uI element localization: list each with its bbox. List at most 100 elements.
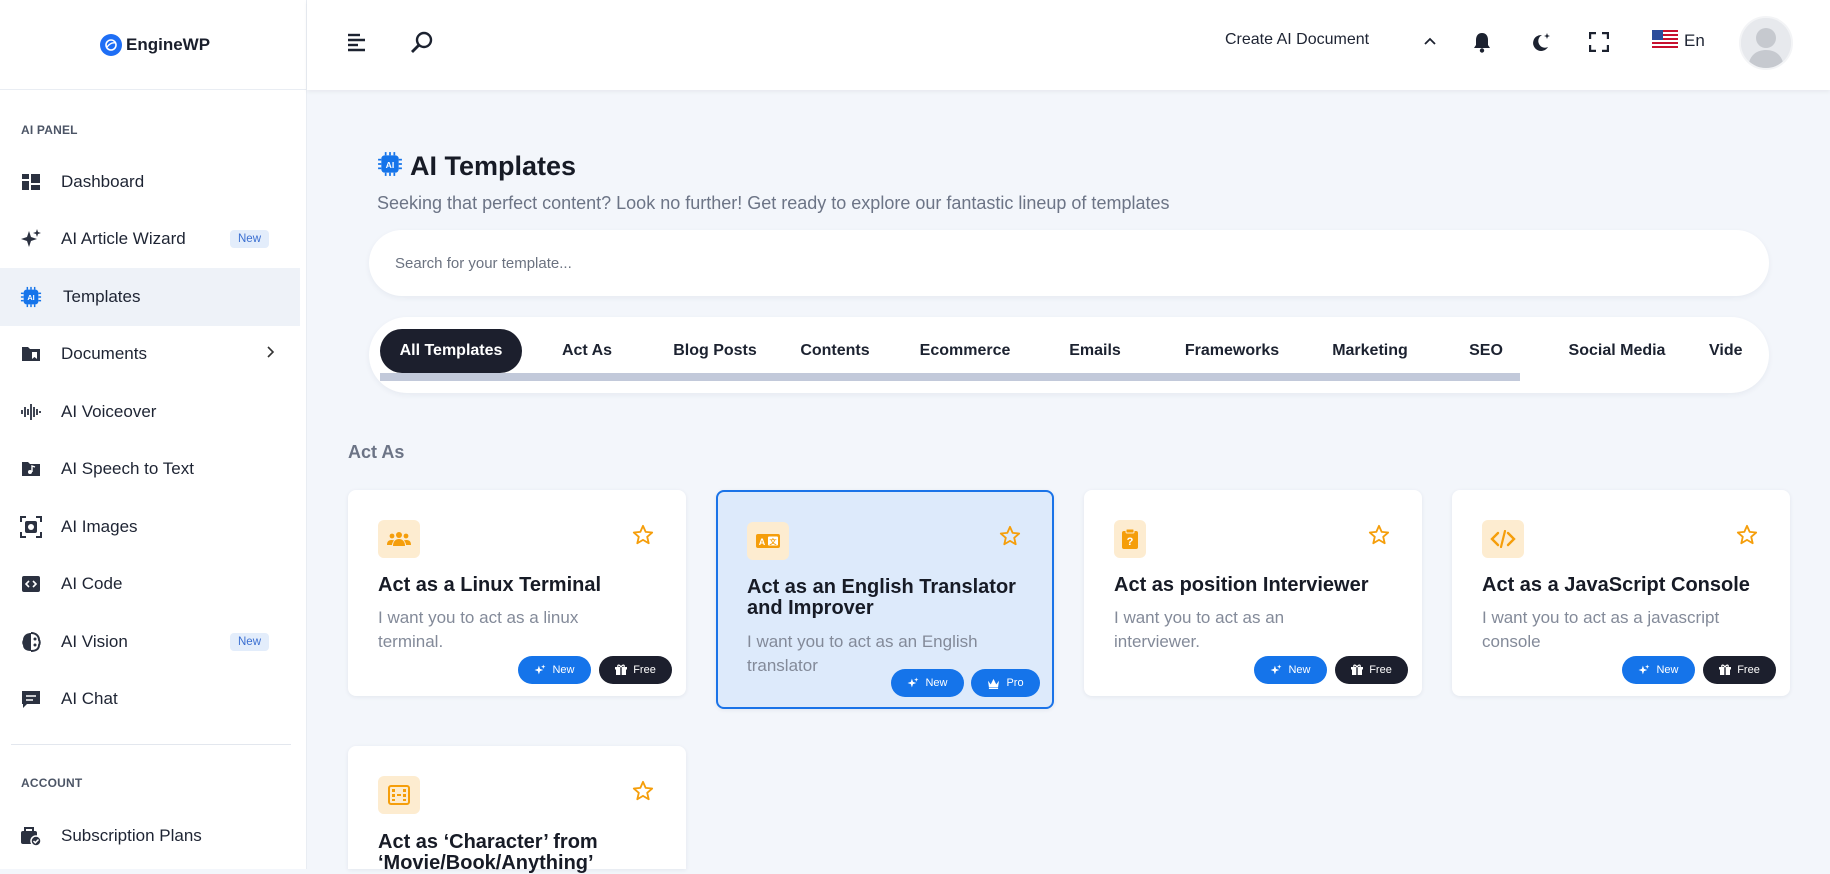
sidebar-item-label: Subscription Plans — [61, 826, 202, 845]
music-file-icon — [20, 458, 42, 480]
svg-text:AI: AI — [27, 293, 34, 302]
free-badge: Free — [599, 656, 672, 684]
svg-text:文: 文 — [770, 537, 778, 546]
tab-seo[interactable]: SEO — [1451, 329, 1521, 373]
us-flag-icon — [1652, 29, 1678, 53]
new-badge: New — [230, 230, 270, 248]
sidebar-item-label: AI Images — [61, 517, 138, 536]
chevron-up-icon[interactable] — [1422, 33, 1438, 49]
sidebar-item-documents[interactable]: Documents — [0, 325, 300, 383]
sidebar-item-label: AI Voiceover — [61, 402, 157, 421]
clipboard-icon: ? — [1114, 520, 1146, 558]
menu-toggle-icon[interactable] — [345, 30, 369, 54]
fullscreen-icon[interactable] — [1587, 30, 1611, 54]
category-tabs: All Templates Act As Blog Posts Contents… — [369, 317, 1769, 393]
badge-label: New — [925, 677, 948, 689]
tab-all-templates[interactable]: All Templates — [380, 329, 522, 373]
favorite-star-icon[interactable] — [999, 525, 1021, 552]
template-card-english-translator[interactable]: A文 Act as an English Translator and Impr… — [716, 490, 1054, 709]
badge-label: Free — [1369, 664, 1392, 676]
tab-emails[interactable]: Emails — [1055, 329, 1135, 373]
sidebar-item-ai-article-wizard[interactable]: AI Article Wizard New — [0, 210, 300, 268]
sidebar-item-label: AI Chat — [61, 689, 118, 708]
badge-label: New — [552, 664, 575, 676]
tab-act-as[interactable]: Act As — [539, 329, 635, 373]
tab-marketing[interactable]: Marketing — [1317, 329, 1423, 373]
template-card-character[interactable]: Act as ‘Character’ from ‘Movie/Book/Anyt… — [348, 746, 686, 874]
waveform-icon — [20, 401, 42, 423]
new-badge: New — [230, 633, 270, 651]
logo[interactable]: EngineWP — [0, 0, 306, 90]
template-card-linux-terminal[interactable]: Act as a Linux Terminal I want you to ac… — [348, 490, 686, 696]
topbar: Create AI Document En — [307, 0, 1830, 90]
sidebar-item-dashboard[interactable]: Dashboard — [0, 153, 300, 211]
users-icon — [378, 520, 420, 558]
tab-social-media[interactable]: Social Media — [1557, 329, 1677, 373]
favorite-star-icon[interactable] — [632, 524, 654, 551]
sidebar-item-ai-code[interactable]: AI Code — [0, 555, 300, 613]
template-card-javascript-console[interactable]: Act as a JavaScript Console I want you t… — [1452, 490, 1790, 696]
badge-label: New — [1656, 664, 1679, 676]
sidebar-item-label: AI Speech to Text — [61, 459, 194, 478]
chat-icon — [20, 688, 42, 710]
code-icon — [20, 573, 42, 595]
sidebar-item-label: AI Vision — [61, 632, 128, 651]
tab-contents[interactable]: Contents — [789, 329, 881, 373]
film-icon — [378, 776, 420, 814]
sparkles-icon — [20, 228, 42, 250]
card-title: Act as position Interviewer — [1114, 574, 1369, 596]
subscription-icon — [20, 825, 42, 847]
pro-badge: Pro — [971, 669, 1040, 697]
page-title-wrap: AI AI Templates — [377, 151, 576, 182]
section-label-ai-panel: AI PANEL — [21, 123, 78, 137]
badge-label: New — [1288, 664, 1311, 676]
card-title: Act as an English Translator and Improve… — [747, 576, 1016, 619]
code-icon — [1482, 520, 1524, 558]
card-description: I want you to act as a linux terminal. — [378, 608, 579, 651]
sidebar-item-subscription-plans[interactable]: Subscription Plans — [0, 807, 300, 865]
image-scan-icon — [20, 516, 42, 538]
user-avatar[interactable] — [1739, 16, 1793, 70]
sidebar-item-label: Documents — [61, 344, 147, 363]
new-badge: New — [1254, 656, 1327, 684]
page-subtitle: Seeking that perfect content? Look no fu… — [377, 193, 1170, 213]
svg-text:AI: AI — [386, 160, 395, 170]
logo-icon — [100, 33, 122, 56]
tab-ecommerce[interactable]: Ecommerce — [905, 329, 1025, 373]
search-icon[interactable] — [409, 29, 435, 55]
sidebar-item-templates[interactable]: AI Templates — [0, 268, 300, 326]
template-card-position-interviewer[interactable]: ? Act as position Interviewer I want you… — [1084, 490, 1422, 696]
tab-frameworks[interactable]: Frameworks — [1169, 329, 1295, 373]
sidebar-item-label: AI Code — [61, 574, 123, 593]
chevron-right-icon — [265, 345, 275, 363]
brain-icon — [20, 631, 42, 653]
favorite-star-icon[interactable] — [1368, 524, 1390, 551]
sidebar-item-label: AI Article Wizard — [61, 229, 186, 248]
sidebar-divider — [11, 744, 291, 745]
favorite-star-icon[interactable] — [632, 780, 654, 807]
sidebar-item-label: Templates — [63, 287, 141, 306]
dark-mode-icon[interactable] — [1529, 30, 1553, 54]
sidebar-item-ai-chat[interactable]: AI Chat — [0, 670, 300, 728]
sidebar-item-label: Dashboard — [61, 172, 145, 191]
language-selector[interactable]: En — [1652, 28, 1705, 54]
section-heading: Act As — [348, 442, 405, 462]
sidebar-item-ai-voiceover[interactable]: AI Voiceover — [0, 383, 300, 441]
tabs-scrollbar[interactable] — [380, 373, 1520, 381]
sidebar-item-ai-images[interactable]: AI Images — [0, 498, 300, 556]
sidebar-item-ai-vision[interactable]: AI Vision New — [0, 613, 300, 671]
badge-label: Free — [633, 664, 656, 676]
card-title: Act as a JavaScript Console — [1482, 574, 1750, 596]
create-ai-document-button[interactable]: Create AI Document — [1225, 31, 1369, 49]
tab-video[interactable]: Vide — [1709, 329, 1769, 373]
badge-label: Free — [1737, 664, 1760, 676]
page-title: AI Templates — [410, 151, 577, 181]
tab-blog-posts[interactable]: Blog Posts — [654, 329, 776, 373]
favorite-star-icon[interactable] — [1736, 524, 1758, 551]
notification-bell-icon[interactable] — [1470, 30, 1494, 54]
card-title: Act as ‘Character’ from ‘Movie/Book/Anyt… — [378, 831, 598, 874]
folder-icon — [20, 343, 42, 365]
free-badge: Free — [1703, 656, 1776, 684]
sidebar-item-ai-speech-to-text[interactable]: AI Speech to Text — [0, 440, 300, 498]
template-search-input[interactable] — [393, 253, 1697, 273]
